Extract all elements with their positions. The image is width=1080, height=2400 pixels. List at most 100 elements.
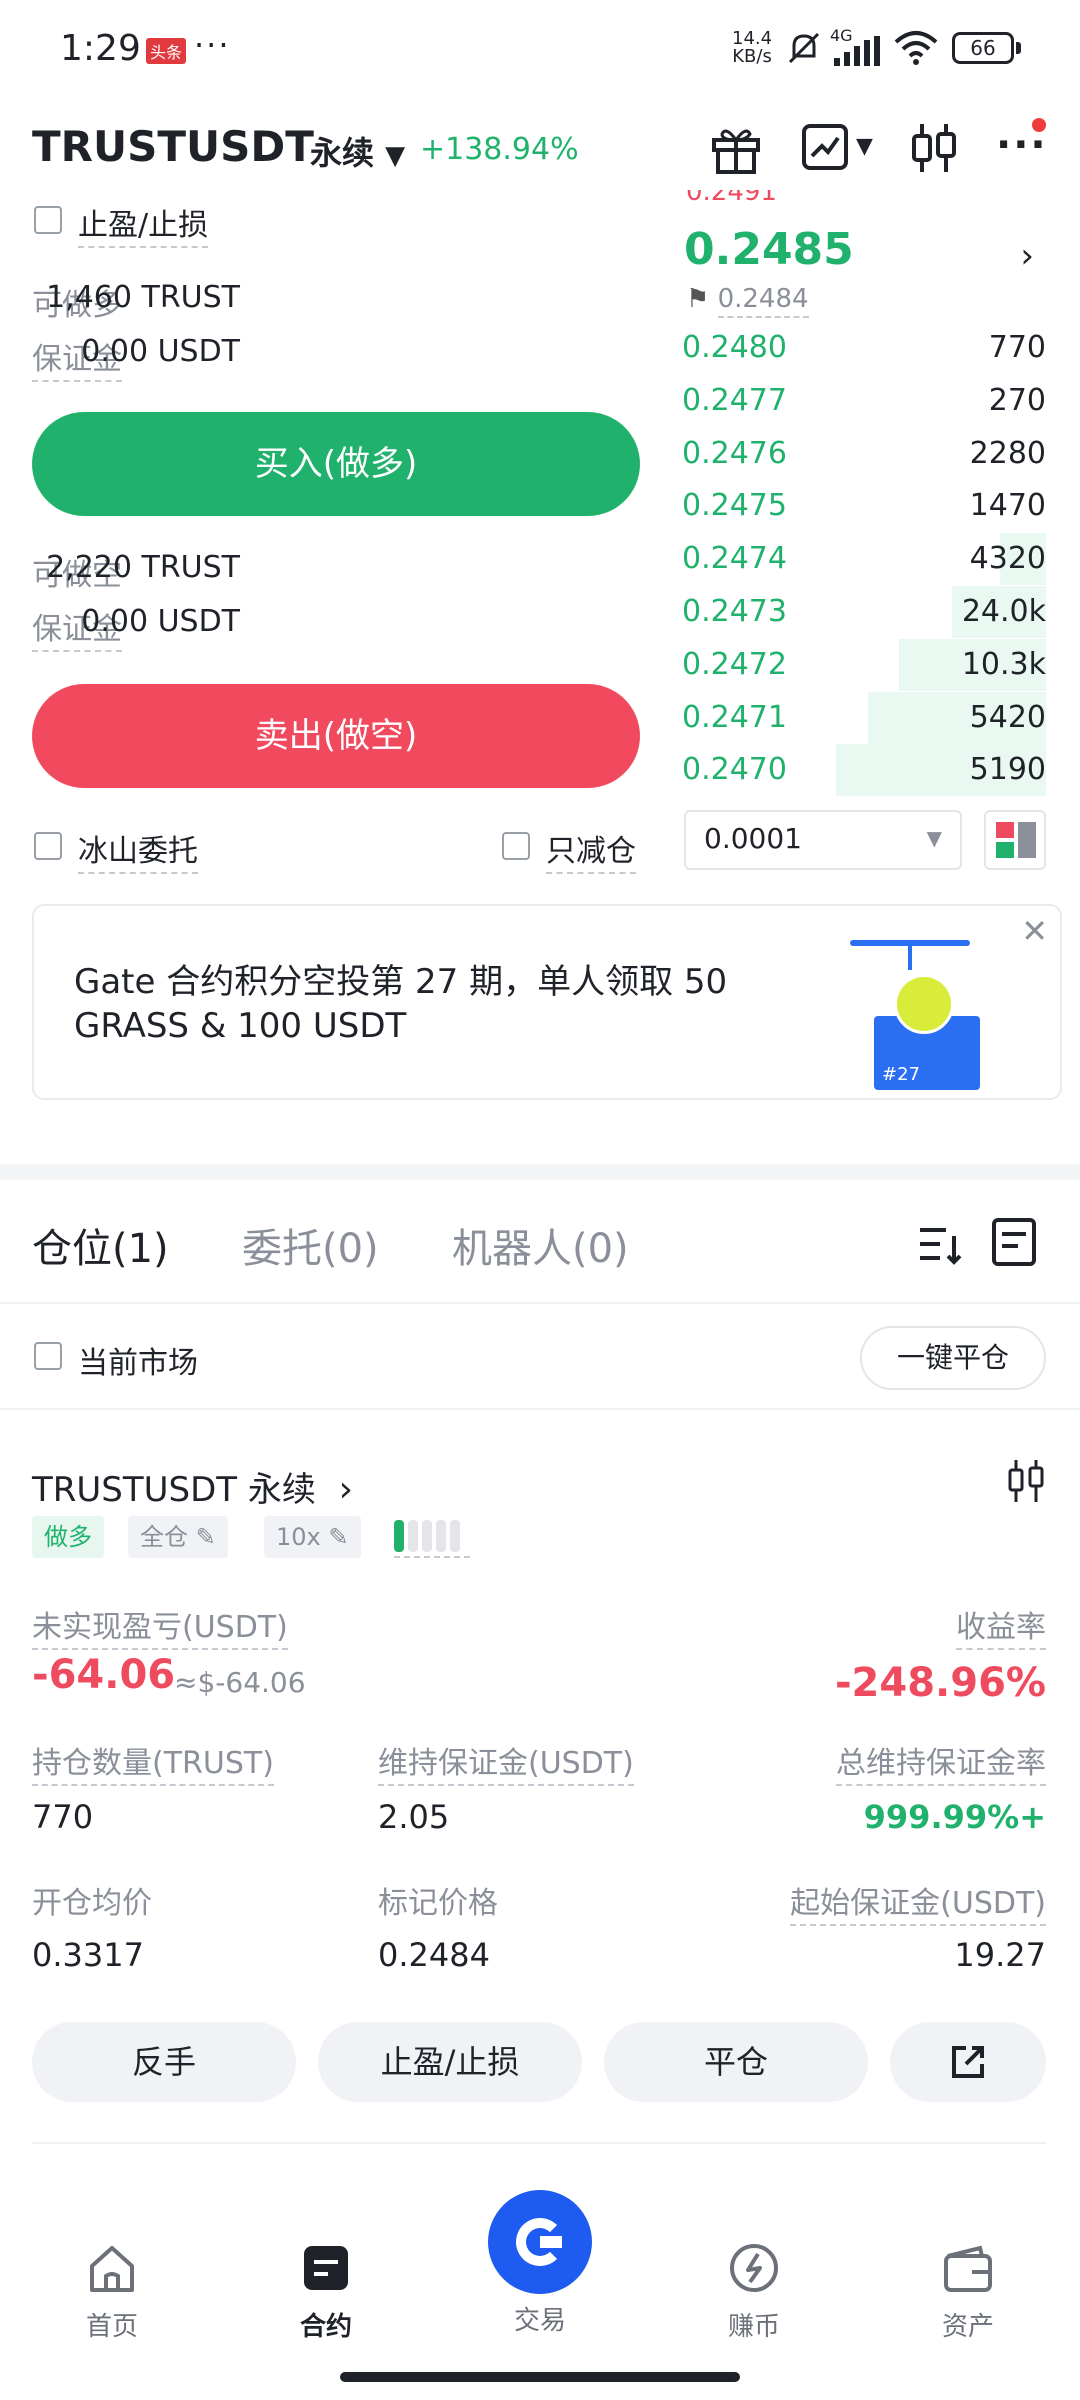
- chart-icon[interactable]: [800, 122, 850, 172]
- futures-icon: [304, 2246, 348, 2290]
- mark-price-row: ⚑ 0.2484: [686, 284, 809, 318]
- entry-price-value: 0.3317: [32, 1936, 144, 1974]
- bid-qty: 24.0k: [961, 594, 1046, 629]
- buy-long-button[interactable]: 买入(做多): [32, 412, 640, 516]
- bid-row[interactable]: 0.2477 270: [682, 375, 1046, 427]
- bid-qty: 4320: [969, 541, 1046, 577]
- long-margin-value: 0.00 USDT: [81, 334, 240, 369]
- tp-sl-checkbox[interactable]: [34, 206, 62, 234]
- nav-home-label: 首页: [85, 2312, 138, 2342]
- unrealized-pnl-value: -64.06: [32, 1652, 176, 1698]
- ask-row-clipped: 0.2491: [686, 190, 1046, 204]
- bid-qty: 1470: [969, 488, 1046, 524]
- bid-price: 0.2477: [682, 382, 787, 418]
- short-margin-value: 0.00 USDT: [81, 604, 240, 639]
- nav-futures[interactable]: 合约: [246, 2240, 406, 2343]
- nav-trade[interactable]: 交易: [460, 2190, 620, 2337]
- bid-row[interactable]: 0.2476 2280: [682, 428, 1046, 480]
- trade-icon: [488, 2190, 592, 2294]
- share-button[interactable]: [890, 2022, 1046, 2102]
- candlestick-icon[interactable]: [910, 120, 958, 176]
- chevron-down-icon: ▼: [926, 826, 942, 850]
- bid-price: 0.2471: [682, 699, 787, 735]
- margin-mode-tag[interactable]: 全仓 ✎: [128, 1516, 228, 1558]
- wallet-icon: [944, 2245, 992, 2292]
- nav-trade-label: 交易: [513, 2306, 566, 2336]
- position-chart-icon[interactable]: [1006, 1458, 1046, 1504]
- sell-short-button[interactable]: 卖出(做空): [32, 684, 640, 788]
- earn-icon: [730, 2244, 778, 2292]
- nav-home[interactable]: 首页: [32, 2240, 192, 2343]
- close-all-button[interactable]: 一键平仓: [860, 1326, 1046, 1390]
- battery-tip: [1016, 42, 1021, 54]
- risk-level-indicator[interactable]: [394, 1516, 470, 1558]
- bid-price: 0.2472: [682, 646, 787, 682]
- tab-positions[interactable]: 仓位(1): [32, 1216, 169, 1274]
- battery-level: 66: [970, 36, 996, 60]
- bid-price: 0.2474: [682, 541, 787, 577]
- caret-down-icon: ▼: [385, 141, 406, 171]
- leverage-tag[interactable]: 10x ✎: [264, 1516, 361, 1558]
- card-divider: [32, 2142, 1046, 2144]
- chevron-right-icon: ›: [338, 1469, 354, 1510]
- bid-row[interactable]: 0.2472 10.3k: [682, 638, 1046, 691]
- position-card: TRUSTUSDT 永续 › 做多 全仓 ✎ 10x ✎ 未实现盈亏(USDT)…: [0, 1410, 1080, 2150]
- bid-qty: 770: [988, 330, 1046, 365]
- sort-icon[interactable]: [916, 1220, 964, 1268]
- initial-margin-label: 起始保证金(USDT): [790, 1878, 1046, 1926]
- nav-assets[interactable]: 资产: [888, 2240, 1048, 2343]
- notification-dot: [1032, 118, 1046, 132]
- bid-qty: 2280: [969, 435, 1046, 471]
- reduce-only-label: 只减仓: [546, 826, 636, 874]
- position-tabs: 仓位(1) 委托(0) 机器人(0): [0, 1180, 1080, 1304]
- promo-banner[interactable]: Gate 合约积分空投第 27 期，单人领取 50 GRASS & 100 US…: [32, 904, 1062, 1100]
- current-market-checkbox[interactable]: [34, 1342, 62, 1370]
- bid-row[interactable]: 0.2480 770: [682, 322, 1046, 374]
- position-pair-label: TRUSTUSDT 永续: [32, 1470, 316, 1510]
- bid-row[interactable]: 0.2471 5420: [682, 691, 1046, 744]
- size-value: 770: [32, 1798, 94, 1836]
- home-indicator: [340, 2372, 740, 2382]
- bid-price: 0.2480: [682, 330, 787, 365]
- book-layout-button[interactable]: [984, 810, 1046, 870]
- mark-price-value: 0.2484: [378, 1936, 490, 1974]
- reduce-only-checkbox[interactable]: [502, 832, 530, 860]
- tab-orders[interactable]: 委托(0): [242, 1216, 379, 1274]
- nav-earn[interactable]: 赚币: [674, 2240, 834, 2343]
- mark-price-label: 标记价格: [378, 1886, 498, 1921]
- precision-select[interactable]: 0.0001 ▼: [684, 810, 962, 870]
- precision-value: 0.0001: [704, 822, 802, 855]
- chart-dropdown-icon[interactable]: ▼: [856, 134, 873, 159]
- tab-bots[interactable]: 机器人(0): [452, 1216, 629, 1274]
- last-price[interactable]: 0.2485: [684, 224, 854, 275]
- position-pair[interactable]: TRUSTUSDT 永续 ›: [32, 1462, 353, 1511]
- promo-badge: #27: [882, 1064, 920, 1085]
- unrealized-pnl-label: 未实现盈亏(USDT): [32, 1602, 288, 1650]
- iceberg-checkbox[interactable]: [34, 832, 62, 860]
- gift-icon[interactable]: [708, 120, 764, 176]
- bid-row[interactable]: 0.2470 5190: [682, 744, 1046, 797]
- app-notification-badge: 头条: [146, 38, 187, 64]
- close-icon[interactable]: ✕: [1021, 912, 1048, 950]
- chevron-right-icon[interactable]: ›: [1020, 236, 1034, 276]
- flag-icon: ⚑: [686, 284, 710, 314]
- contract-type-selector[interactable]: 永续 ▼: [310, 128, 405, 174]
- tp-sl-button[interactable]: 止盈/止损: [318, 2022, 582, 2102]
- bid-qty: 5420: [969, 699, 1046, 735]
- nav-futures-label: 合约: [299, 2312, 352, 2342]
- bid-price: 0.2470: [682, 752, 787, 788]
- layout-buy-icon: [996, 842, 1014, 858]
- edit-pencil-icon: ✎: [195, 1523, 216, 1551]
- bid-row[interactable]: 0.2474 4320: [682, 533, 1046, 586]
- pair-title[interactable]: TRUSTUSDT: [32, 122, 314, 171]
- bid-row[interactable]: 0.2473 24.0k: [682, 586, 1046, 638]
- battery-icon: 66: [952, 32, 1014, 64]
- price-change: +138.94%: [420, 132, 579, 167]
- reverse-button[interactable]: 反手: [32, 2022, 296, 2102]
- long-available-value: 1,460 TRUST: [46, 280, 240, 315]
- history-document-icon[interactable]: [990, 1216, 1038, 1268]
- size-label: 持仓数量(TRUST): [32, 1738, 274, 1786]
- close-position-button[interactable]: 平仓: [604, 2022, 868, 2102]
- side-tag: 做多: [32, 1516, 104, 1558]
- bid-row[interactable]: 0.2475 1470: [682, 480, 1046, 532]
